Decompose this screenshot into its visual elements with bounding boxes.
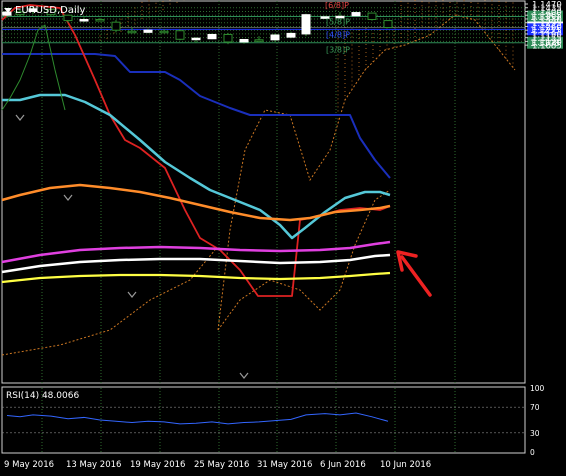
candle-bull [286,32,296,38]
murrey-5-8-label: [5/8]P [326,18,350,27]
candle-bear [367,12,377,21]
candle-bear [254,39,264,42]
time-axis-label: 31 May 2016 [257,460,312,470]
time-axis: 9 May 2016 13 May 2016 19 May 2016 25 May 2… [4,460,431,470]
candle-bear [111,21,121,31]
main-plot-frame [1,0,526,384]
rsi-plot-frame [1,386,526,454]
time-axis-label: 9 May 2016 [4,460,54,470]
rsi-line [6,412,389,425]
candle-bear [175,30,185,40]
candle-bull [351,12,361,17]
murrey-3-8-label: [3/8]P [326,46,350,55]
ma-cyan-line [2,93,391,240]
candle-bear [223,33,233,43]
kijun-sen-line [2,53,391,179]
candle-bull [191,37,201,41]
candle-bear [159,30,169,34]
candle-bear [383,20,393,29]
candle-bull [239,38,249,43]
rsi-tick-label: 100 [530,384,545,393]
time-axis-label: 6 Jun 2016 [320,460,366,470]
candlesticks [2,6,393,379]
candle-bull [143,29,153,33]
ma-yellow-line [1,271,391,284]
candle-bull [207,33,217,40]
murrey-6-8-label: [6/8]P [325,1,349,10]
fractal-arrow-icon [127,291,137,298]
rsi-label: RSI(14) 48.0066 [6,391,80,401]
chart-grid [1,0,526,454]
symbol-title-text: EURUSD,Daily [15,4,86,16]
candle-bear [127,30,137,34]
ma-orange-line [1,183,391,222]
candle-bull [301,14,311,35]
ma-white-line [1,253,391,274]
candle-bull [79,19,89,22]
red-arrow-icon [396,250,432,297]
candle-bull [270,34,280,41]
fractal-arrow-icon [239,372,249,379]
time-axis-label: 10 Jun 2016 [380,460,431,470]
rsi-tick-label: 30 [530,429,540,438]
rsi-tick-label: 70 [530,403,540,412]
rsi-panel: 100 70 30 0 [2,384,545,457]
time-axis-label: 13 May 2016 [66,460,121,470]
arrow-shaft [400,255,432,297]
fractal-arrow-icon [15,114,25,121]
dropdown-triangle-icon[interactable] [4,7,12,13]
symbol-title[interactable]: EURUSD,Daily [4,3,85,17]
fractal-arrow-icon [63,194,73,201]
candle-bear [95,19,105,22]
rsi-tick-label: 0 [530,448,535,457]
price-chart[interactable]: 1.13531.12501.12331.1108 1.14701.14351.1… [0,0,566,476]
time-axis-label: 25 May 2016 [194,460,249,470]
senkou-span-a [217,14,516,331]
time-axis-label: 19 May 2016 [130,460,185,470]
price-tick-label: 1.1085 [532,42,562,52]
murrey-4-8-label: [4/8]P [326,30,350,39]
murrey-labels: [6/8]P [5/8]P [4/8]P [3/8]P [325,1,350,55]
